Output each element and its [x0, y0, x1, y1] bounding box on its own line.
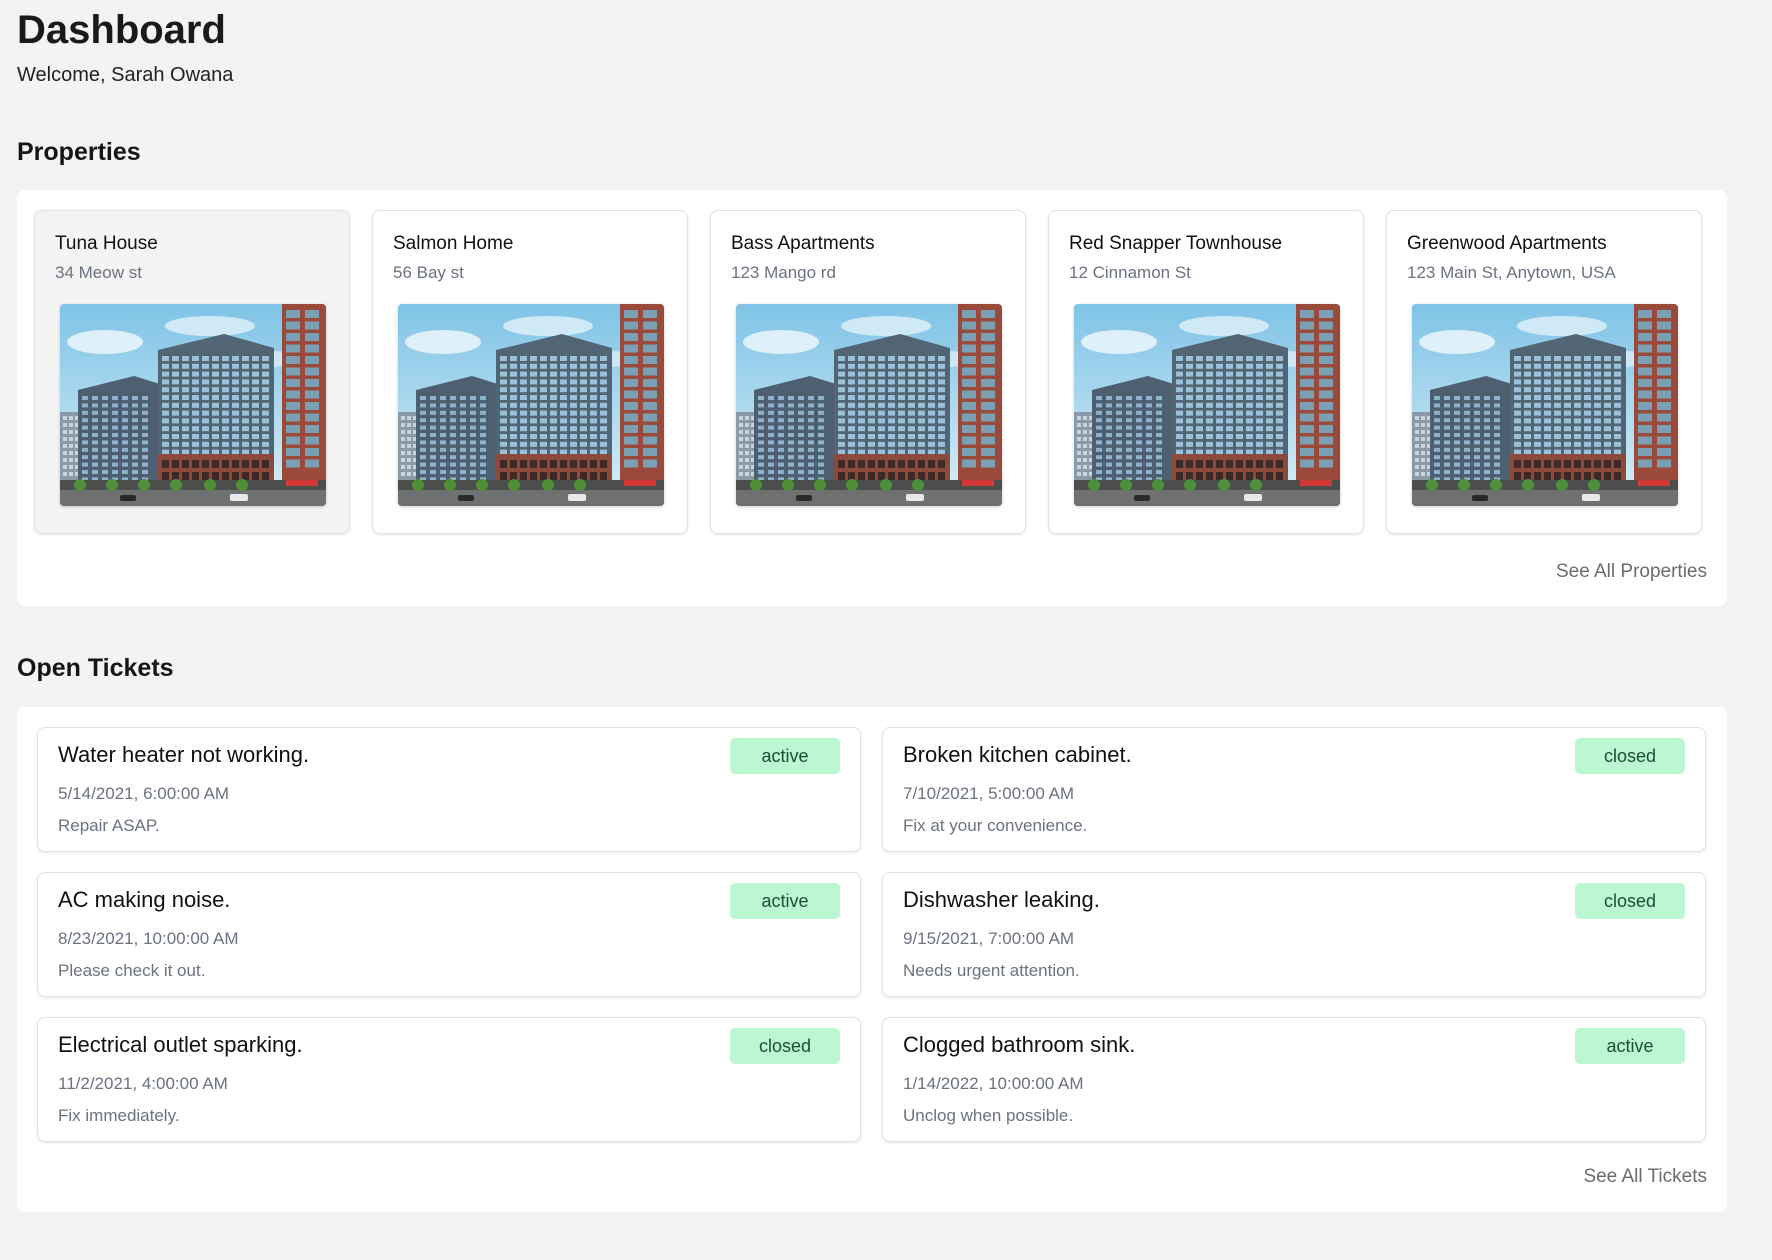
ticket-description: Please check it out. — [58, 961, 206, 980]
ticket-title: Clogged bathroom sink. — [903, 1032, 1136, 1057]
tickets-panel: Water heater not working. active 5/14/20… — [17, 707, 1727, 1212]
ticket-title: Broken kitchen cabinet. — [903, 742, 1132, 767]
status-badge: active — [730, 883, 840, 919]
property-address: 123 Main St, Anytown, USA — [1407, 263, 1616, 282]
ticket-date: 1/14/2022, 10:00:00 AM — [903, 1074, 1084, 1093]
ticket-description: Unclog when possible. — [903, 1106, 1074, 1125]
ticket-description: Fix immediately. — [58, 1106, 180, 1125]
ticket-card[interactable]: AC making noise. active 8/23/2021, 10:00… — [37, 872, 861, 997]
property-image — [398, 304, 664, 506]
ticket-description: Needs urgent attention. — [903, 961, 1080, 980]
properties-panel: Tuna House 34 Meow st Salmon Home 56 Bay… — [17, 190, 1727, 606]
welcome-message: Welcome, Sarah Owana — [17, 64, 234, 86]
ticket-date: 8/23/2021, 10:00:00 AM — [58, 929, 239, 948]
ticket-title: Electrical outlet sparking. — [58, 1032, 303, 1057]
status-badge: closed — [730, 1028, 840, 1064]
property-name: Red Snapper Townhouse — [1069, 233, 1283, 254]
property-address: 56 Bay st — [393, 263, 464, 282]
ticket-description: Repair ASAP. — [58, 816, 160, 835]
ticket-card[interactable]: Electrical outlet sparking. closed 11/2/… — [37, 1017, 861, 1142]
property-image — [1074, 304, 1340, 506]
ticket-title: Water heater not working. — [58, 742, 310, 767]
ticket-date: 5/14/2021, 6:00:00 AM — [58, 784, 230, 803]
status-badge: active — [1575, 1028, 1685, 1064]
ticket-date: 9/15/2021, 7:00:00 AM — [903, 929, 1075, 948]
property-card-tuna-house[interactable]: Tuna House 34 Meow st — [34, 210, 350, 534]
ticket-date: 11/2/2021, 4:00:00 AM — [58, 1074, 228, 1093]
status-badge: active — [730, 738, 840, 774]
dashboard-page: Dashboard Welcome, Sarah Owana Propertie… — [0, 0, 1772, 1260]
property-card-bass-apartments[interactable]: Bass Apartments 123 Mango rd — [710, 210, 1026, 534]
ticket-title: AC making noise. — [58, 887, 231, 912]
ticket-card[interactable]: Clogged bathroom sink. active 1/14/2022,… — [882, 1017, 1706, 1142]
properties-heading: Properties — [17, 138, 141, 166]
property-card-greenwood-apartments[interactable]: Greenwood Apartments 123 Main St, Anytow… — [1386, 210, 1702, 534]
property-image — [736, 304, 1002, 506]
page-title: Dashboard — [17, 8, 226, 52]
property-name: Tuna House — [55, 233, 158, 254]
property-card-salmon-home[interactable]: Salmon Home 56 Bay st — [372, 210, 688, 534]
property-image — [1412, 304, 1678, 506]
see-all-tickets-link[interactable]: See All Tickets — [1583, 1166, 1707, 1188]
ticket-card[interactable]: Water heater not working. active 5/14/20… — [37, 727, 861, 852]
open-tickets-heading: Open Tickets — [17, 654, 174, 682]
property-card-red-snapper-townhouse[interactable]: Red Snapper Townhouse 12 Cinnamon St — [1048, 210, 1364, 534]
see-all-properties-link[interactable]: See All Properties — [1556, 561, 1707, 583]
property-address: 12 Cinnamon St — [1069, 263, 1191, 282]
property-name: Greenwood Apartments — [1407, 233, 1607, 254]
ticket-description: Fix at your convenience. — [903, 816, 1088, 835]
status-badge: closed — [1575, 883, 1685, 919]
ticket-date: 7/10/2021, 5:00:00 AM — [903, 784, 1075, 803]
property-address: 34 Meow st — [55, 263, 142, 282]
status-badge: closed — [1575, 738, 1685, 774]
property-name: Bass Apartments — [731, 233, 875, 254]
ticket-title: Dishwasher leaking. — [903, 887, 1100, 912]
property-address: 123 Mango rd — [731, 263, 836, 282]
ticket-card[interactable]: Dishwasher leaking. closed 9/15/2021, 7:… — [882, 872, 1706, 997]
property-name: Salmon Home — [393, 233, 514, 254]
ticket-card[interactable]: Broken kitchen cabinet. closed 7/10/2021… — [882, 727, 1706, 852]
property-image — [60, 304, 326, 506]
